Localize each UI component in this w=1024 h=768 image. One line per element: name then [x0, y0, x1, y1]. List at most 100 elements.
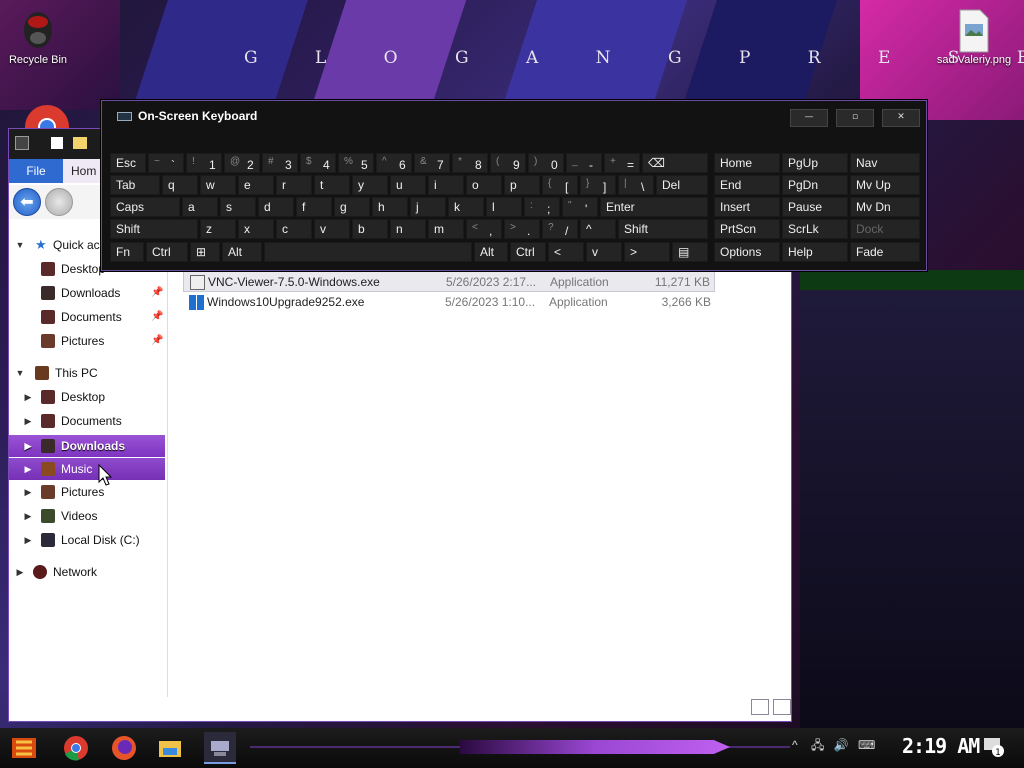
osk-key[interactable]: Shift [618, 219, 708, 239]
osk-key[interactable]: Enter [600, 197, 708, 217]
nav-pc-documents[interactable]: ▶ Documents [9, 410, 165, 432]
file-explorer-taskbar-icon[interactable] [154, 732, 186, 764]
collapsed-arrow-icon[interactable]: ▶ [23, 529, 33, 551]
osk-key[interactable]: >. [504, 219, 540, 239]
osk-key[interactable]: ⊞ [190, 242, 220, 262]
osk-key[interactable]: q [162, 175, 198, 195]
osk-key[interactable]: j [410, 197, 446, 217]
osk-key[interactable]: s [220, 197, 256, 217]
osk-key[interactable]: i [428, 175, 464, 195]
osk-key[interactable]: Ctrl [146, 242, 188, 262]
nav-pc-downloads[interactable]: ▶ Downloads [9, 435, 165, 457]
osk-key[interactable]: $4 [300, 153, 336, 173]
osk-nav-key[interactable]: Home [714, 153, 780, 173]
details-view-icon[interactable] [751, 699, 769, 715]
osk-nav-key[interactable]: PgDn [782, 175, 848, 195]
osk-key[interactable]: ! 1 [186, 153, 222, 173]
osk-nav-key[interactable]: Pause [782, 197, 848, 217]
collapsed-arrow-icon[interactable]: ▶ [15, 561, 25, 583]
osk-key[interactable]: v [586, 242, 622, 262]
osk-key[interactable]: u [390, 175, 426, 195]
desktop-icon-sad-valeriy[interactable]: sad Valeriy.png [932, 8, 1016, 66]
osk-key[interactable] [264, 242, 472, 262]
expand-arrow-icon[interactable]: ▼ [15, 362, 25, 384]
osk-nav-key[interactable]: PrtScn [714, 219, 780, 239]
osk-key[interactable]: c [276, 219, 312, 239]
pane-splitter[interactable] [167, 227, 168, 697]
nav-pc-local-disk[interactable]: ▶ Local Disk (C:) [9, 529, 165, 551]
expand-arrow-icon[interactable]: ▼ [15, 234, 25, 256]
desktop-icon-recycle-bin[interactable]: Recycle Bin [0, 8, 80, 66]
osk-key[interactable]: #3 [262, 153, 298, 173]
osk-nav-key[interactable]: Dock [850, 219, 920, 239]
osk-taskbar-icon[interactable] [204, 732, 236, 764]
osk-key[interactable]: e [238, 175, 274, 195]
nav-pc-videos[interactable]: ▶ Videos [9, 505, 165, 527]
osk-key[interactable]: <, [466, 219, 502, 239]
osk-key[interactable]: :; [524, 197, 560, 217]
osk-key[interactable]: ⌫ [642, 153, 708, 173]
nav-pc-desktop[interactable]: ▶ Desktop [9, 386, 165, 408]
collapsed-arrow-icon[interactable]: ▶ [23, 458, 33, 480]
osk-key[interactable]: w [200, 175, 236, 195]
osk-key[interactable]: Shift [110, 219, 198, 239]
osk-key[interactable]: g [334, 197, 370, 217]
osk-nav-key[interactable]: ScrLk [782, 219, 848, 239]
nav-quick-downloads[interactable]: Downloads 📌 [9, 282, 165, 304]
pin-icon[interactable]: 📌 [151, 306, 163, 328]
maximize-button[interactable]: ▫ [836, 109, 874, 127]
osk-key[interactable]: l [486, 197, 522, 217]
osk-key[interactable]: ^ 6 [376, 153, 412, 173]
osk-key[interactable]: Esc [110, 153, 146, 173]
osk-key[interactable]: % 5 [338, 153, 374, 173]
osk-key[interactable]: a [182, 197, 218, 217]
pin-icon[interactable]: 📌 [151, 282, 163, 304]
nav-quick-pictures[interactable]: Pictures 📌 [9, 330, 165, 352]
osk-key[interactable]: }] [580, 175, 616, 195]
keyboard-tray-icon[interactable]: ⌨ [858, 738, 875, 752]
tab-file[interactable]: File [9, 159, 63, 183]
osk-key[interactable]: n [390, 219, 426, 239]
collapsed-arrow-icon[interactable]: ▶ [23, 505, 33, 527]
osk-key[interactable]: o [466, 175, 502, 195]
osk-key[interactable]: @2 [224, 153, 260, 173]
osk-nav-key[interactable]: End [714, 175, 780, 195]
osk-nav-key[interactable]: Mv Dn [850, 197, 920, 217]
checkbox-icon[interactable] [51, 137, 63, 149]
collapsed-arrow-icon[interactable]: ▶ [23, 481, 33, 503]
large-icons-view-icon[interactable] [773, 699, 791, 715]
osk-nav-key[interactable]: Nav [850, 153, 920, 173]
osk-key[interactable]: d [258, 197, 294, 217]
osk-key[interactable]: z [200, 219, 236, 239]
osk-nav-key[interactable]: Options [714, 242, 780, 262]
osk-key[interactable]: _ - [566, 153, 602, 173]
firefox-taskbar-icon[interactable] [108, 732, 140, 764]
osk-key[interactable]: h [372, 197, 408, 217]
osk-key[interactable]: ) 0 [528, 153, 564, 173]
osk-key[interactable]: k [448, 197, 484, 217]
osk-key[interactable]: Caps [110, 197, 180, 217]
forward-arrow-icon[interactable] [45, 188, 73, 216]
osk-key[interactable]: Fn [110, 242, 144, 262]
osk-key[interactable]: p [504, 175, 540, 195]
osk-key[interactable]: {[ [542, 175, 578, 195]
osk-key[interactable]: Alt [474, 242, 508, 262]
chrome-taskbar-icon[interactable] [60, 732, 92, 764]
osk-nav-key[interactable]: PgUp [782, 153, 848, 173]
osk-key[interactable]: < [548, 242, 584, 262]
osk-key[interactable]: Alt [222, 242, 262, 262]
osk-key[interactable]: & 7 [414, 153, 450, 173]
osk-key[interactable]: ^ [580, 219, 616, 239]
osk-key[interactable]: " ' [562, 197, 598, 217]
tab-home[interactable]: Hom [71, 159, 96, 183]
osk-nav-key[interactable]: Mv Up [850, 175, 920, 195]
nav-quick-documents[interactable]: Documents 📌 [9, 306, 165, 328]
nav-network[interactable]: ▶ Network [9, 561, 165, 583]
nav-pc-music[interactable]: ▶ Music [9, 458, 165, 480]
collapsed-arrow-icon[interactable]: ▶ [23, 435, 33, 457]
osk-key[interactable]: ~ ` [148, 153, 184, 173]
notification-icon[interactable]: 1 [982, 736, 1006, 758]
file-row[interactable]: VNC-Viewer-7.5.0-Windows.exe 5/26/2023 2… [183, 271, 715, 292]
pin-icon[interactable]: 📌 [151, 330, 163, 352]
nav-pc-pictures[interactable]: ▶ Pictures [9, 481, 165, 503]
